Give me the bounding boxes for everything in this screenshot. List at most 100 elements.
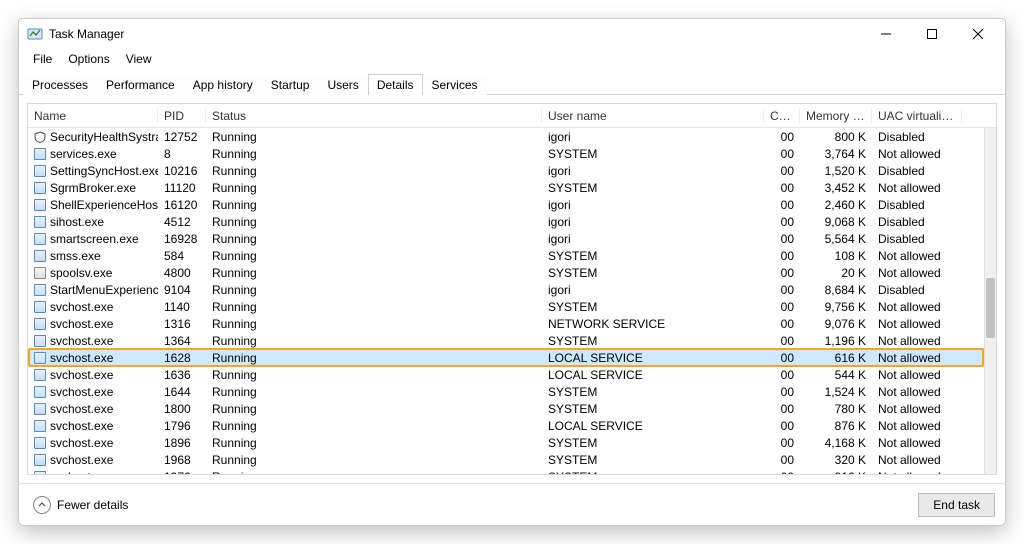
process-user: igori: [542, 215, 764, 229]
col-cpu[interactable]: CPU: [764, 109, 800, 123]
table-row[interactable]: smartscreen.exe16928Runningigori005,564 …: [28, 230, 984, 247]
col-user[interactable]: User name: [542, 109, 764, 123]
process-pid: 10216: [158, 164, 206, 178]
menu-options[interactable]: Options: [60, 50, 117, 68]
process-mem: 616 K: [800, 351, 872, 365]
process-icon: [34, 335, 46, 347]
process-name: StartMenuExperienc...: [50, 283, 158, 297]
process-uac: Not allowed: [872, 453, 962, 467]
process-name: svchost.exe: [50, 419, 113, 433]
menu-file[interactable]: File: [25, 50, 60, 68]
process-cpu: 00: [764, 283, 800, 297]
process-name: svchost.exe: [50, 300, 113, 314]
table-row[interactable]: svchost.exe1968RunningSYSTEM00320 KNot a…: [28, 451, 984, 468]
process-status: Running: [206, 300, 542, 314]
process-pid: 4800: [158, 266, 206, 280]
process-uac: Not allowed: [872, 334, 962, 348]
table-row[interactable]: StartMenuExperienc...9104Runningigori008…: [28, 281, 984, 298]
process-status: Running: [206, 368, 542, 382]
process-name: svchost.exe: [50, 453, 113, 467]
table-row[interactable]: svchost.exe1636RunningLOCAL SERVICE00544…: [28, 366, 984, 383]
process-mem: 800 K: [800, 130, 872, 144]
end-task-button[interactable]: End task: [918, 493, 995, 517]
tab-details[interactable]: Details: [368, 74, 423, 95]
maximize-button[interactable]: [909, 19, 955, 49]
table-row[interactable]: smss.exe584RunningSYSTEM00108 KNot allow…: [28, 247, 984, 264]
menu-view[interactable]: View: [118, 50, 160, 68]
table-row[interactable]: ShellExperienceHost....16120Runningigori…: [28, 196, 984, 213]
close-button[interactable]: [955, 19, 1001, 49]
table-row[interactable]: svchost.exe1796RunningLOCAL SERVICE00876…: [28, 417, 984, 434]
fewer-details-label: Fewer details: [57, 498, 128, 512]
process-icon: [34, 420, 46, 432]
process-status: Running: [206, 470, 542, 475]
process-mem: 9,076 K: [800, 317, 872, 331]
scroll-thumb[interactable]: [986, 278, 995, 338]
table-row[interactable]: spoolsv.exe4800RunningSYSTEM0020 KNot al…: [28, 264, 984, 281]
table-row[interactable]: sihost.exe4512Runningigori009,068 KDisab…: [28, 213, 984, 230]
col-uac[interactable]: UAC virtualizat...: [872, 109, 962, 123]
col-mem[interactable]: Memory (a...: [800, 109, 872, 123]
process-status: Running: [206, 198, 542, 212]
tab-services[interactable]: Services: [423, 74, 487, 95]
vertical-scrollbar[interactable]: [984, 128, 996, 474]
process-icon: [34, 437, 46, 449]
titlebar[interactable]: Task Manager: [19, 19, 1005, 49]
process-status: Running: [206, 419, 542, 433]
table-row[interactable]: svchost.exe1644RunningSYSTEM001,524 KNot…: [28, 383, 984, 400]
process-cpu: 00: [764, 436, 800, 450]
table-row[interactable]: SecurityHealthSystra...12752Runningigori…: [28, 128, 984, 145]
process-pid: 4512: [158, 215, 206, 229]
col-status[interactable]: Status: [206, 109, 542, 123]
process-name: svchost.exe: [50, 402, 113, 416]
process-name: SettingSyncHost.exe: [50, 164, 158, 178]
process-pid: 1316: [158, 317, 206, 331]
process-pid: 1364: [158, 334, 206, 348]
table-row[interactable]: SgrmBroker.exe11120RunningSYSTEM003,452 …: [28, 179, 984, 196]
tab-users[interactable]: Users: [318, 74, 367, 95]
col-pid[interactable]: PID: [158, 109, 206, 123]
process-user: SYSTEM: [542, 300, 764, 314]
table-row[interactable]: services.exe8RunningSYSTEM003,764 KNot a…: [28, 145, 984, 162]
process-status: Running: [206, 436, 542, 450]
process-uac: Not allowed: [872, 385, 962, 399]
fewer-details-button[interactable]: Fewer details: [29, 494, 132, 516]
process-uac: Disabled: [872, 198, 962, 212]
table-row[interactable]: svchost.exe1628RunningLOCAL SERVICE00616…: [28, 349, 984, 366]
column-headers[interactable]: Name PID Status User name CPU Memory (a.…: [28, 104, 996, 128]
tab-app-history[interactable]: App history: [184, 74, 262, 95]
app-icon: [27, 26, 43, 42]
process-status: Running: [206, 283, 542, 297]
table-row[interactable]: svchost.exe1140RunningSYSTEM009,756 KNot…: [28, 298, 984, 315]
process-icon: [34, 352, 46, 364]
process-uac: Not allowed: [872, 368, 962, 382]
process-pid: 1140: [158, 300, 206, 314]
process-mem: 544 K: [800, 368, 872, 382]
minimize-button[interactable]: [863, 19, 909, 49]
process-uac: Disabled: [872, 232, 962, 246]
process-icon: [34, 216, 46, 228]
process-name: svchost.exe: [50, 317, 113, 331]
process-list[interactable]: SecurityHealthSystra...12752Runningigori…: [28, 128, 984, 474]
col-name[interactable]: Name: [28, 109, 158, 123]
process-user: SYSTEM: [542, 453, 764, 467]
table-row[interactable]: svchost.exe1800RunningSYSTEM00780 KNot a…: [28, 400, 984, 417]
table-row[interactable]: svchost.exe1976RunningSYSTEM00916 KNot a…: [28, 468, 984, 474]
process-cpu: 00: [764, 130, 800, 144]
process-user: SYSTEM: [542, 147, 764, 161]
process-mem: 9,068 K: [800, 215, 872, 229]
table-row[interactable]: SettingSyncHost.exe10216Runningigori001,…: [28, 162, 984, 179]
process-user: SYSTEM: [542, 181, 764, 195]
tab-processes[interactable]: Processes: [23, 74, 97, 95]
process-user: SYSTEM: [542, 266, 764, 280]
process-pid: 1628: [158, 351, 206, 365]
tab-performance[interactable]: Performance: [97, 74, 184, 95]
process-cpu: 00: [764, 198, 800, 212]
tab-startup[interactable]: Startup: [262, 74, 319, 95]
footer: Fewer details End task: [19, 483, 1005, 525]
process-mem: 8,684 K: [800, 283, 872, 297]
table-row[interactable]: svchost.exe1364RunningSYSTEM001,196 KNot…: [28, 332, 984, 349]
table-row[interactable]: svchost.exe1896RunningSYSTEM004,168 KNot…: [28, 434, 984, 451]
process-status: Running: [206, 181, 542, 195]
table-row[interactable]: svchost.exe1316RunningNETWORK SERVICE009…: [28, 315, 984, 332]
